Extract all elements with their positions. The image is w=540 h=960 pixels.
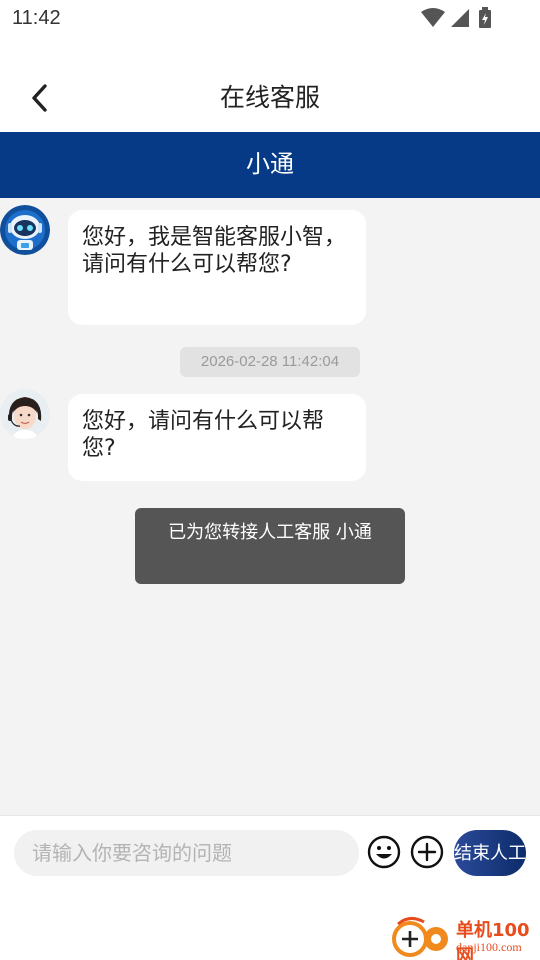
watermark-logo: 单机100网 danji100.com xyxy=(388,912,538,960)
end-human-service-button[interactable]: 结束人工 xyxy=(454,830,526,876)
bot-avatar xyxy=(0,205,50,255)
more-button[interactable] xyxy=(410,835,444,869)
bot-message-text: 您好，我是智能客服小智，请问有什么可以帮您? xyxy=(82,225,347,277)
battery-icon xyxy=(479,7,491,28)
message-input[interactable] xyxy=(14,830,359,876)
transfer-toast: 已为您转接人工客服 小通 xyxy=(135,508,405,584)
status-bar: 11:42 xyxy=(0,0,540,36)
agent-message-bubble: 您好，请问有什么可以帮您? xyxy=(68,394,366,481)
agent-message-text: 您好，请问有什么可以帮您? xyxy=(82,409,325,461)
message-timestamp: 2026-02-28 11:42:04 xyxy=(180,347,360,377)
status-time: 11:42 xyxy=(12,7,61,29)
chat-area: 您好，我是智能客服小智，请问有什么可以帮您? 2026-02-28 11:42:… xyxy=(0,198,540,815)
page-title: 在线客服 xyxy=(219,83,320,112)
end-button-label: 结束人工 xyxy=(454,843,526,863)
watermark-text-en: danji100.com xyxy=(456,940,522,954)
chevron-left-icon xyxy=(32,84,47,112)
wifi-icon xyxy=(421,8,445,27)
signal-icon xyxy=(451,9,469,27)
status-icons xyxy=(420,7,500,29)
emoji-icon xyxy=(367,835,401,869)
bot-message-bubble: 您好，我是智能客服小智，请问有什么可以帮您? xyxy=(68,210,366,325)
plus-circle-icon xyxy=(410,835,444,869)
logo-icon xyxy=(392,917,448,957)
agent-avatar xyxy=(0,389,50,439)
emoji-button[interactable] xyxy=(367,835,401,869)
title-bar: 在线客服 xyxy=(0,64,540,132)
back-button[interactable] xyxy=(22,78,70,118)
agent-name-bar: 小通 xyxy=(0,132,540,198)
